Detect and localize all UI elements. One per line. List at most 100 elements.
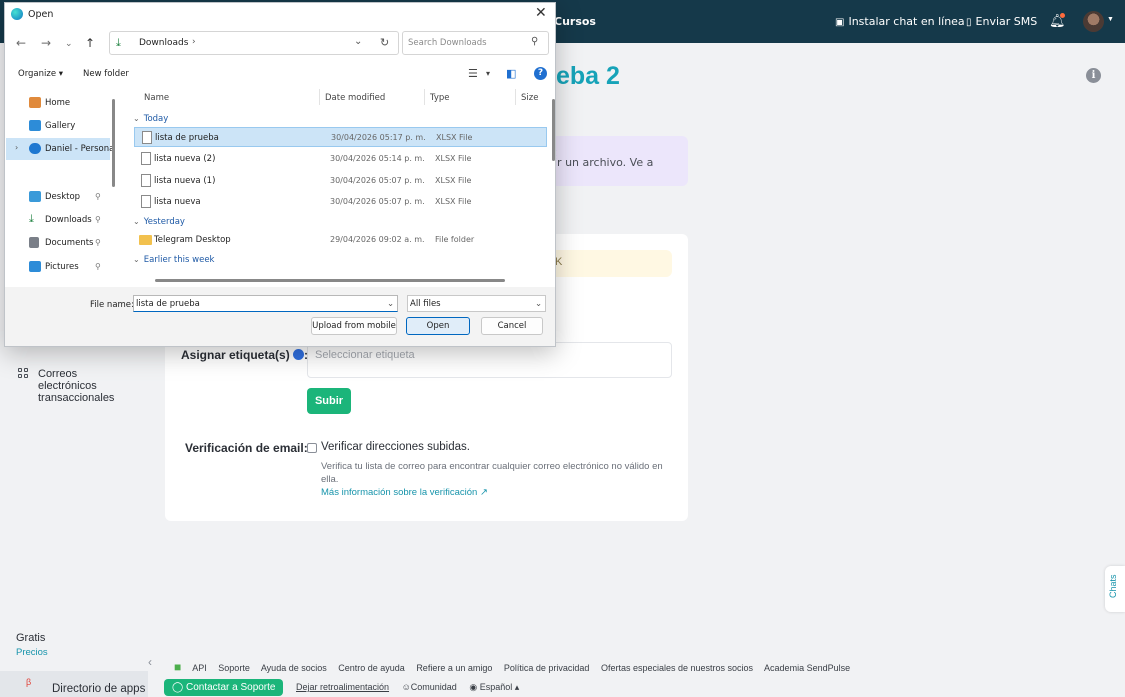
file-list-vertical-scrollbar[interactable] — [552, 99, 555, 161]
apps-directory-button[interactable]: Directorio de apps β — [0, 671, 148, 697]
footer-link-refer[interactable]: Refiere a un amigo — [416, 663, 492, 673]
chats-tab[interactable]: Chats — [1105, 566, 1125, 612]
file-type-value: All files — [410, 299, 441, 309]
open-button[interactable]: Open — [406, 317, 470, 335]
feedback-link[interactable]: Dejar retroalimentación — [296, 682, 389, 692]
address-path-downloads[interactable]: Downloads — [139, 38, 188, 48]
chevron-left-icon[interactable]: ‹ — [148, 655, 152, 669]
footer-link-api[interactable]: API — [192, 663, 207, 673]
chevron-down-icon[interactable]: ⌄ — [387, 299, 394, 309]
sidebar-item-pictures[interactable]: Pictures ⚲ — [6, 256, 110, 278]
language-selector[interactable]: ◉ Español ▴ — [469, 682, 519, 692]
back-arrow-icon[interactable]: ← — [16, 36, 26, 50]
info-icon[interactable]: i — [1086, 68, 1101, 83]
file-row[interactable]: lista nueva (1) 30/04/2026 05:07 p. m. X… — [134, 171, 547, 191]
notice-text: ir un archivo. Ve a — [554, 156, 654, 169]
sidebar-item-label: Desktop — [45, 192, 81, 202]
avatar[interactable] — [1083, 11, 1104, 32]
file-name: Telegram Desktop — [154, 235, 231, 245]
column-header-name[interactable]: Name — [144, 93, 169, 103]
sidebar-item-onedrive[interactable]: › Daniel - Persona — [6, 138, 114, 160]
help-icon[interactable]: ? — [534, 67, 547, 80]
footer-link-support[interactable]: Soporte — [218, 663, 250, 673]
caret-up-icon: ▴ — [514, 682, 520, 692]
up-arrow-icon[interactable]: ↑ — [85, 36, 95, 50]
search-input[interactable]: Search Downloads ⚲ — [402, 31, 549, 55]
footer-link-offers[interactable]: Ofertas especiales de nuestros socios — [601, 663, 753, 673]
install-chat-link[interactable]: ▣ Instalar chat en línea — [835, 15, 965, 28]
group-label: Today — [143, 114, 169, 124]
file-type: XLSX File — [436, 133, 473, 142]
nav-courses-link[interactable]: Cursos — [554, 15, 596, 28]
upload-button[interactable]: Subir — [307, 388, 351, 414]
page-title: eba 2 — [556, 62, 620, 90]
view-menu-icon[interactable]: ☰ — [468, 67, 478, 80]
address-dropdown-icon[interactable]: ⌄ — [354, 36, 362, 47]
search-icon: ⚲ — [531, 36, 539, 47]
file-type-select[interactable]: All files ⌄ — [407, 295, 546, 312]
column-header-size[interactable]: Size — [521, 93, 538, 103]
column-divider[interactable] — [424, 89, 425, 105]
footer-link-academy[interactable]: Academia SendPulse — [764, 663, 850, 673]
close-icon[interactable]: ✕ — [535, 5, 547, 21]
forward-arrow-icon[interactable]: → — [41, 36, 51, 50]
group-header-yesterday[interactable]: ⌄ Yesterday — [133, 217, 185, 227]
tags-select[interactable]: Seleccionar etiqueta — [307, 342, 672, 378]
file-row[interactable]: lista nueva 30/04/2026 05:07 p. m. XLSX … — [134, 192, 547, 212]
warning-notice: K — [545, 250, 672, 277]
view-dropdown-icon[interactable]: ▾ — [486, 69, 490, 78]
pin-icon: ⚲ — [95, 192, 101, 201]
organize-menu[interactable]: Organize ▾ — [18, 69, 63, 79]
refresh-icon[interactable]: ↻ — [380, 36, 389, 49]
cancel-button[interactable]: Cancel — [481, 317, 543, 335]
verify-link-text: Más información sobre la verificación — [321, 487, 478, 498]
file-list-horizontal-scrollbar[interactable] — [155, 279, 505, 282]
footer-link-help-center[interactable]: Centro de ayuda — [338, 663, 405, 673]
address-separator[interactable]: › — [192, 37, 196, 47]
footer-link-partner-help[interactable]: Ayuda de socios — [261, 663, 327, 673]
navigation-scrollbar[interactable] — [112, 99, 115, 187]
prices-link[interactable]: Precios — [16, 647, 48, 658]
sidebar-item-transactional-emails[interactable]: Correos electrónicos transaccionales — [38, 368, 138, 404]
community-link[interactable]: ☺Comunidad — [402, 682, 457, 692]
verify-checkbox[interactable] — [307, 443, 317, 453]
file-row[interactable]: lista nueva (2) 30/04/2026 05:14 p. m. X… — [134, 149, 547, 169]
footer-link-privacy[interactable]: Política de privacidad — [504, 663, 590, 673]
verify-more-info-link[interactable]: Más información sobre la verificación ↗ — [321, 487, 488, 498]
help-icon[interactable] — [293, 349, 305, 360]
file-name: lista nueva — [154, 197, 201, 207]
column-divider[interactable] — [319, 89, 320, 105]
sidebar-item-documents[interactable]: Documents ⚲ — [6, 232, 110, 254]
file-name-input[interactable]: lista de prueba ⌄ — [133, 295, 398, 312]
people-icon: ☺ — [401, 682, 411, 692]
group-header-earlier-this-week[interactable]: ⌄ Earlier this week — [133, 255, 214, 265]
chevron-right-icon[interactable]: › — [15, 143, 18, 152]
group-header-today[interactable]: ⌄ Today — [133, 114, 168, 124]
upload-from-mobile-button[interactable]: Upload from mobile — [311, 317, 397, 335]
new-folder-button[interactable]: New folder — [83, 69, 129, 79]
column-header-type[interactable]: Type — [430, 93, 450, 103]
recent-locations-chevron-icon[interactable]: ⌄ — [65, 39, 73, 49]
sidebar-item-downloads[interactable]: ⤓ Downloads ⚲ — [6, 209, 110, 231]
sidebar-item-home[interactable]: Home — [6, 92, 110, 114]
address-bar[interactable]: ⤓ Downloads › ⌄ ↻ — [109, 31, 399, 55]
group-label: Yesterday — [143, 217, 185, 227]
file-name-label: File name: — [90, 300, 134, 310]
sidebar-item-desktop[interactable]: Desktop ⚲ — [6, 186, 110, 208]
file-date: 29/04/2026 09:02 a. m. — [330, 235, 425, 244]
verification-label: Verificación de email: — [185, 441, 308, 455]
chevron-down-icon[interactable]: ▼ — [1107, 16, 1114, 23]
file-name: lista nueva (1) — [154, 176, 216, 186]
file-row[interactable]: lista de prueba 30/04/2026 05:17 p. m. X… — [134, 127, 547, 147]
contact-support-button[interactable]: ◯ Contactar a Soporte — [164, 679, 284, 696]
send-sms-link[interactable]: ▯ Enviar SMS — [966, 15, 1037, 28]
sidebar-item-gallery[interactable]: Gallery — [6, 115, 110, 137]
verify-checkbox-label[interactable]: Verificar direcciones subidas. — [321, 441, 470, 453]
xlsx-file-icon — [141, 174, 151, 187]
column-divider[interactable] — [515, 89, 516, 105]
folder-row[interactable]: Telegram Desktop 29/04/2026 09:02 a. m. … — [134, 230, 547, 250]
android-icon[interactable]: ■ — [174, 660, 181, 674]
dialog-title-bar[interactable]: Open ✕ — [5, 3, 555, 27]
preview-pane-icon[interactable]: ◧ — [506, 67, 516, 80]
column-header-date[interactable]: Date modified — [325, 93, 385, 103]
